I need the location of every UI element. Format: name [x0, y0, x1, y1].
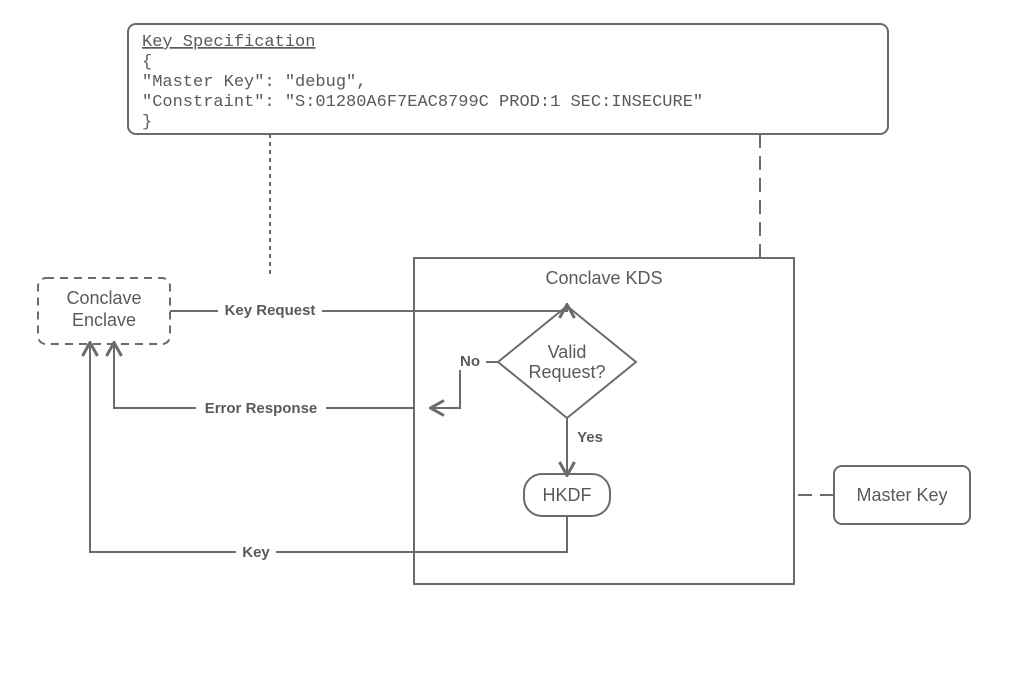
conclave-enclave-label1: Conclave: [66, 288, 141, 308]
hkdf-label: HKDF: [543, 485, 592, 505]
yes-label: Yes: [577, 429, 603, 446]
key-label: Key: [242, 544, 270, 561]
key-spec-line3: "Constraint": "S:01280A6F7EAC8799C PROD:…: [142, 93, 703, 112]
key-spec-line2: "Master Key": "debug",: [142, 73, 366, 92]
key-request-label: Key Request: [225, 302, 316, 319]
conclave-kds-label: Conclave KDS: [545, 268, 662, 288]
master-key-label: Master Key: [856, 485, 947, 505]
no-label: No: [460, 353, 480, 370]
valid-request-label2: Request?: [528, 362, 605, 382]
conclave-enclave-label2: Enclave: [72, 310, 136, 330]
key-spec-line4: }: [142, 113, 152, 132]
key-spec-title: Key Specification: [142, 33, 315, 52]
valid-request-label1: Valid: [548, 342, 587, 362]
conclave-kds-box: [414, 258, 794, 584]
error-response-label: Error Response: [205, 400, 318, 417]
key-spec-line1: {: [142, 53, 152, 72]
diagram-canvas: Key Specification { "Master Key": "debug…: [0, 0, 1024, 682]
